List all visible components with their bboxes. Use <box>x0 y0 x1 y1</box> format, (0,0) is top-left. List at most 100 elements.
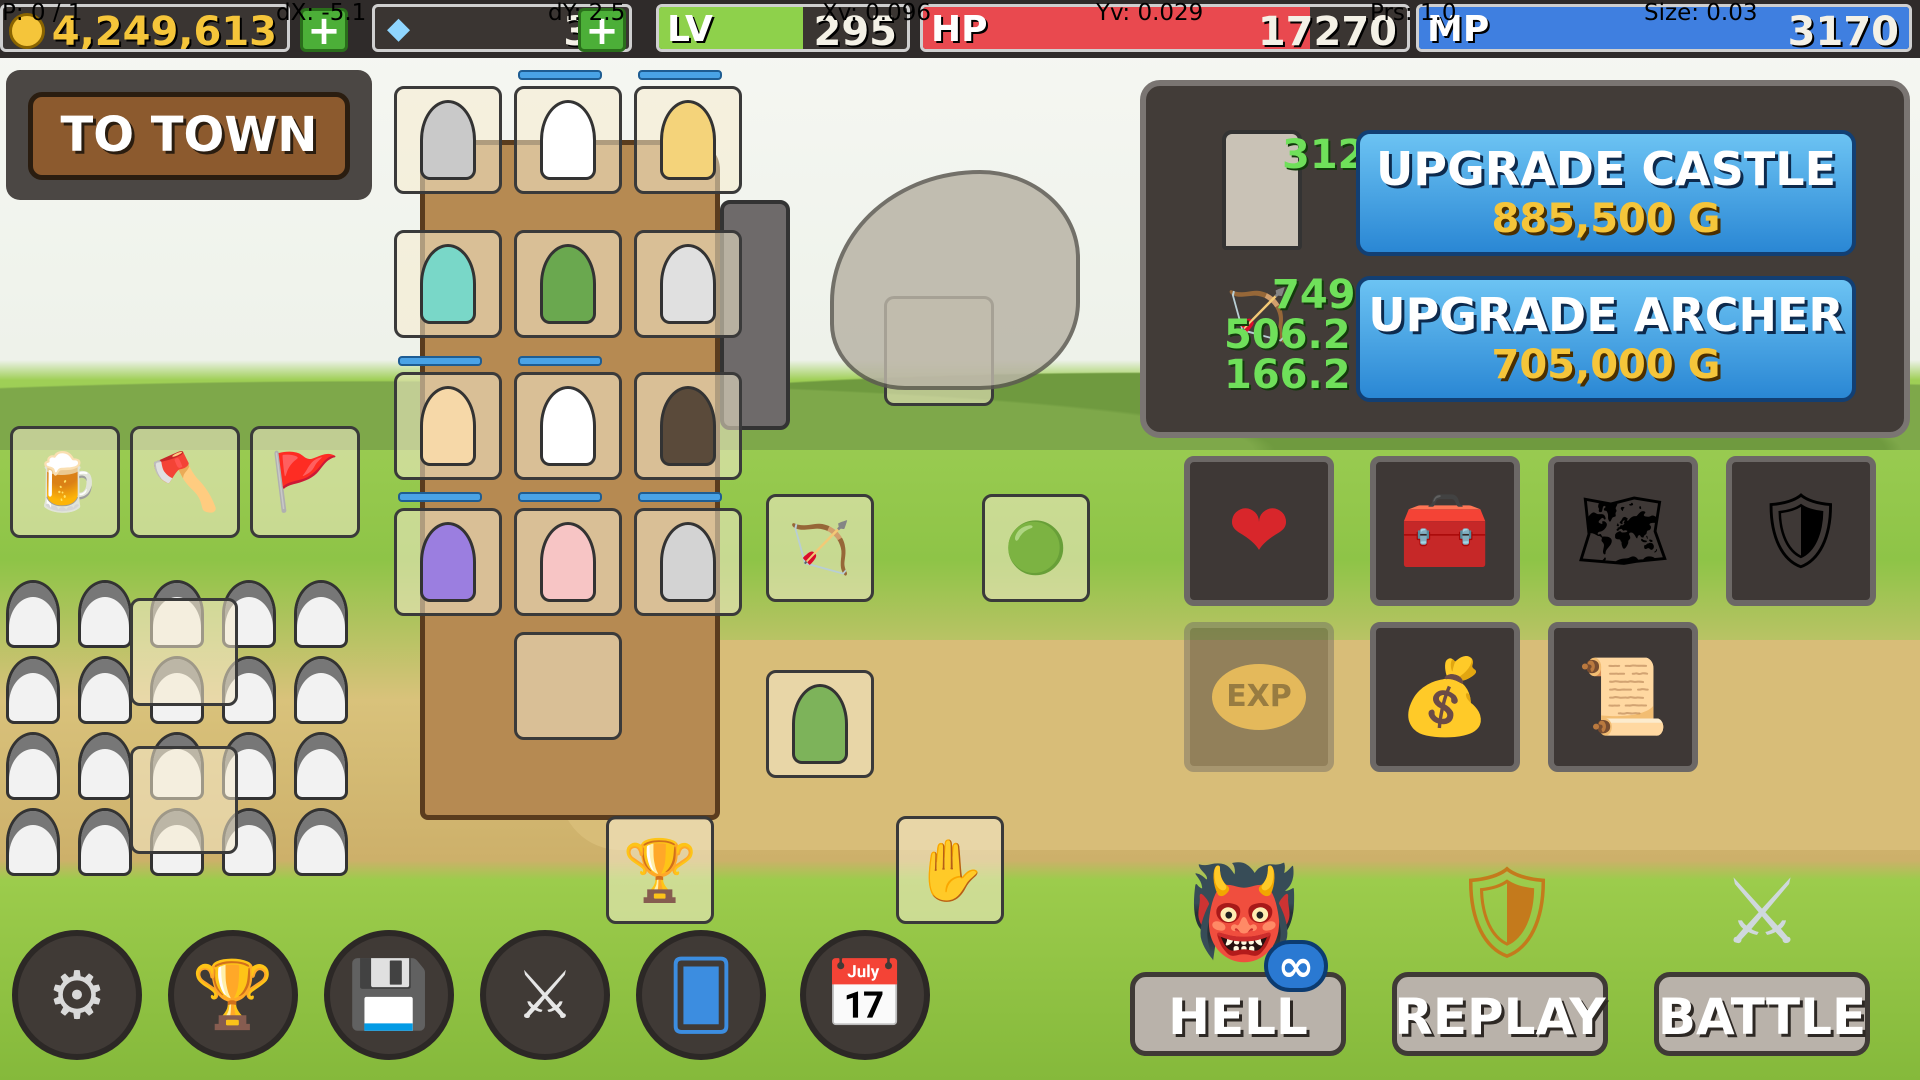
army-slot[interactable] <box>130 746 238 854</box>
hero-slot-archer[interactable] <box>514 86 622 194</box>
tower-building[interactable]: 🪓 <box>130 426 240 538</box>
upgrade-castle-title: UPGRADE CASTLE <box>1375 142 1837 196</box>
scythe-hero <box>540 386 596 466</box>
army-archer <box>6 656 60 724</box>
trophy-icon: 🏆 <box>191 956 275 1033</box>
healer-hero <box>420 386 476 466</box>
totem-slot[interactable]: 🟢 <box>982 494 1090 602</box>
goblin-hero <box>540 244 596 324</box>
hero-slot-ghost[interactable] <box>634 230 742 338</box>
hero-slot-knight[interactable] <box>394 86 502 194</box>
item-heart-arrow[interactable]: ❤ <box>1184 456 1334 606</box>
gold-amount: 4,249,613 <box>51 9 277 52</box>
replay-mode-button[interactable]: 🛡 REPLAY <box>1392 860 1608 1056</box>
flag-icon: 🚩 <box>270 450 340 515</box>
swordsman-hero <box>660 522 716 602</box>
hero-slot-archer-blonde[interactable] <box>634 86 742 194</box>
item-treasure-chest[interactable]: 🧰 <box>1370 456 1520 606</box>
debug-size: Size: 0.03 <box>1644 0 1758 26</box>
hell-mode-button[interactable]: 👹 ∞ HELL <box>1130 860 1346 1056</box>
item-exp[interactable]: EXP <box>1184 622 1334 772</box>
demon-girl-hero <box>420 244 476 324</box>
map-scroll-icon: 🗺 <box>1576 487 1670 574</box>
trophy-cup-slot[interactable]: 🏆 <box>606 816 714 924</box>
army-archer <box>6 732 60 800</box>
exp-fire-icon: EXP <box>1212 664 1306 730</box>
item-map-leaf[interactable]: 📜 <box>1548 622 1698 772</box>
knight-hero <box>420 100 476 180</box>
save-button[interactable]: 💾 <box>324 930 454 1060</box>
hero-slot-demon[interactable] <box>394 230 502 338</box>
upgrade-castle-button[interactable]: UPGRADE CASTLE 885,500 G <box>1356 130 1856 256</box>
army-archer <box>6 580 60 648</box>
to-town-button[interactable]: TO TOWN <box>28 92 350 180</box>
upgrade-archer-title: UPGRADE ARCHER <box>1368 288 1844 342</box>
army-archer <box>294 656 348 724</box>
debug-dx: dX: -5.1 <box>276 0 367 26</box>
hero-hp-bar <box>518 492 602 502</box>
battle-mode-button[interactable]: ⚔ BATTLE <box>1654 860 1870 1056</box>
hero-slot-witch[interactable] <box>394 508 502 616</box>
claw-hand-slot[interactable]: ✋ <box>896 816 1004 924</box>
archer-hero <box>540 100 596 180</box>
archer-speed: 166.2 <box>1224 352 1351 398</box>
army-archer <box>294 808 348 876</box>
tavern-building[interactable]: 🍺 <box>10 426 120 538</box>
golden-cup-icon: 🏆 <box>622 835 698 906</box>
witch-hero <box>420 522 476 602</box>
diamond-icon: ◆ <box>387 11 411 46</box>
hero-slot-empty[interactable] <box>514 632 622 740</box>
upgrade-archer-cost: 705,000 G <box>1491 342 1721 388</box>
gear-icon: ⚙ <box>47 956 107 1034</box>
crossed-swords-icon: ⚔ <box>515 956 575 1034</box>
to-town-frame: TO TOWN <box>6 70 372 200</box>
level-label: LV <box>667 9 713 50</box>
hero-slot-scythe[interactable] <box>514 372 622 480</box>
item-map[interactable]: 🗺 <box>1548 456 1698 606</box>
hero-slot-goblin[interactable] <box>514 230 622 338</box>
hero-hp-bar <box>518 356 602 366</box>
ghost-hero <box>660 244 716 324</box>
debug-xv: Xv: 0.096 <box>822 0 932 26</box>
hero-slot-dark-archer[interactable] <box>634 372 742 480</box>
cards-icon: 🂠 <box>667 956 735 1034</box>
money-bag-icon: 💰 <box>1398 653 1492 740</box>
daily-button[interactable]: 📅 <box>800 930 930 1060</box>
orc-rider-slot[interactable] <box>766 670 874 778</box>
item-leaf-shield[interactable]: 🛡 <box>1726 456 1876 606</box>
shield-arrow-icon: 🛡 <box>1450 860 1565 965</box>
ballista-slot[interactable]: 🏹 <box>766 494 874 602</box>
dragon-statue <box>830 170 1080 390</box>
hero-slot-swordsman[interactable] <box>634 508 742 616</box>
upgrade-castle-cost: 885,500 G <box>1491 196 1721 242</box>
hell-label: HELL <box>1168 988 1308 1046</box>
replay-label: REPLAY <box>1394 988 1606 1046</box>
equipment-button[interactable]: ⚔ <box>480 930 610 1060</box>
item-money-bag[interactable]: 💰 <box>1370 622 1520 772</box>
dark-archer-hero <box>660 386 716 466</box>
achievements-button[interactable]: 🏆 <box>168 930 298 1060</box>
army-archer <box>78 808 132 876</box>
mouth-hero <box>540 522 596 602</box>
hero-slot-mouth[interactable] <box>514 508 622 616</box>
army-archer <box>78 732 132 800</box>
army-slot[interactable] <box>130 598 238 706</box>
hero-slot-healer[interactable] <box>394 372 502 480</box>
debug-yv: Yv: 0.029 <box>1096 0 1204 26</box>
beer-mug-icon: 🍺 <box>30 450 100 515</box>
army-archer <box>78 580 132 648</box>
settings-button[interactable]: ⚙ <box>12 930 142 1060</box>
barracks-building[interactable]: 🚩 <box>250 426 360 538</box>
treasure-chest-icon: 🧰 <box>1398 487 1492 574</box>
calendar-alert-icon: 📅 <box>823 956 907 1033</box>
debug-dy: dY: 2.5 <box>548 0 626 26</box>
debug-pressure: Prs: 1.0 <box>1370 0 1457 26</box>
debug-pointer: P: 0 / 1 <box>2 0 83 26</box>
map-leaf-icon: 📜 <box>1576 653 1670 740</box>
castle-level: 312 <box>1282 132 1366 178</box>
cards-button[interactable]: 🂠 <box>636 930 766 1060</box>
upgrade-archer-button[interactable]: UPGRADE ARCHER 705,000 G <box>1356 276 1856 402</box>
orc-rider <box>792 684 848 764</box>
green-orb-icon: 🟢 <box>1004 518 1068 577</box>
battle-label: BATTLE <box>1657 988 1867 1046</box>
